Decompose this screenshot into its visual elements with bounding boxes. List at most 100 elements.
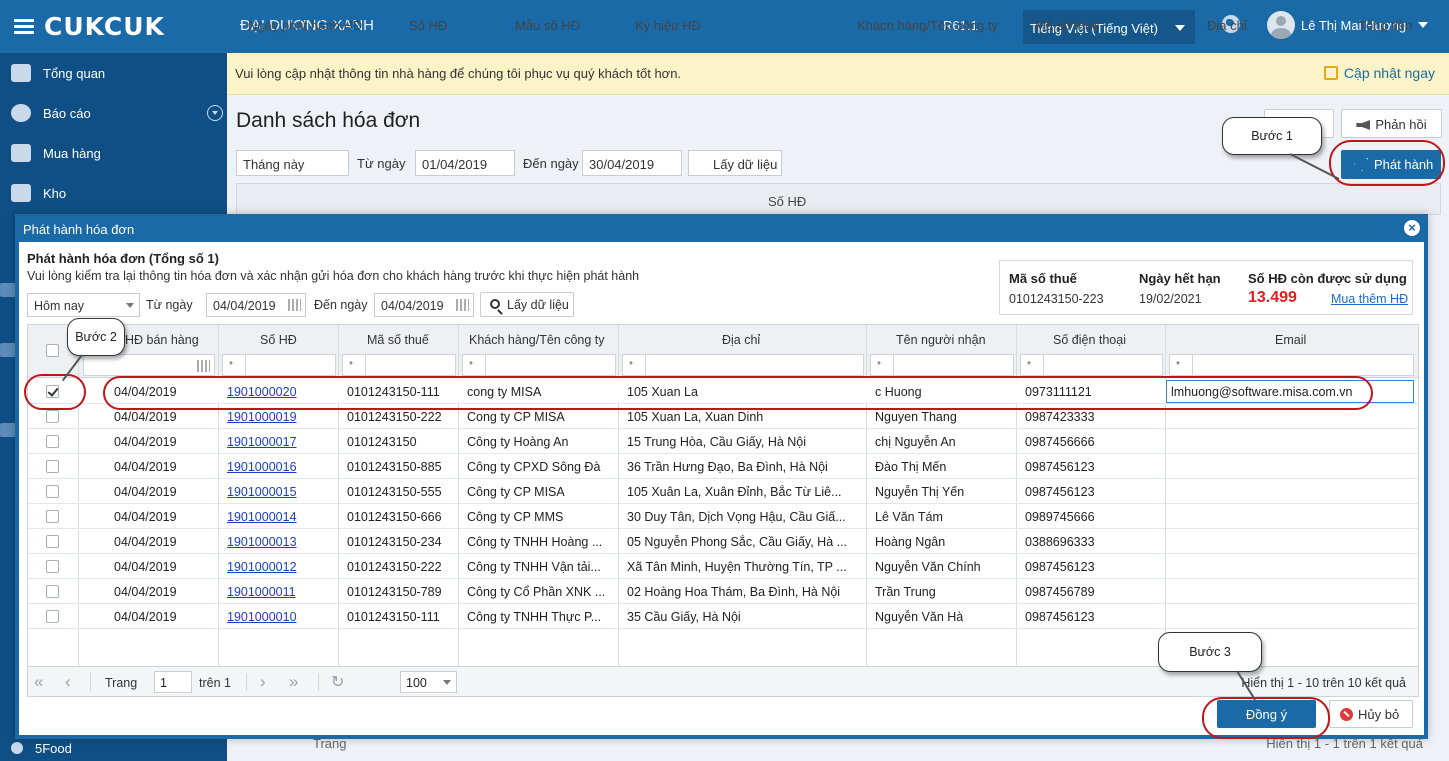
sidebar-item-purchase[interactable]: Mua hàng [0,133,227,173]
phone-filter-input[interactable]: * [1020,354,1163,376]
calendar-icon[interactable] [197,360,210,372]
cell-receiver: Nguyen Thang [875,410,957,424]
date-filter-input[interactable] [83,354,215,376]
refresh-icon[interactable]: ↻ [331,672,344,692]
row-checkbox[interactable] [46,410,59,423]
period-select[interactable]: Hôm nay [27,293,140,317]
update-now-link[interactable]: Cập nhật ngay [1323,65,1435,81]
buy-more-link[interactable]: Mua thêm HĐ [1331,292,1408,306]
column-header[interactable]: Mẫu số HĐ [515,18,580,33]
column-header-receiver[interactable]: Tên người nhận [896,333,986,347]
chevron-down-icon[interactable] [207,105,223,121]
calendar-icon[interactable] [288,299,301,311]
cell-number[interactable]: 1901000013 [227,535,297,549]
table-row[interactable]: 04/04/2019 1901000016 0101243150-885 Công t… [28,454,1418,479]
page-size-select[interactable]: 100 [400,671,457,693]
cell-number[interactable]: 1901000012 [227,560,297,574]
row-checkbox[interactable] [46,585,59,598]
step1-highlight [1329,140,1445,186]
from-date-input[interactable]: 01/04/2019 [415,150,515,176]
table-row[interactable]: 04/04/2019 1901000014 0101243150-666 Công t… [28,504,1418,529]
column-header[interactable]: Số HĐ [409,18,447,33]
cell-tax: 0101243150-885 [347,460,442,474]
chevron-down-icon[interactable] [1418,22,1428,28]
last-page-icon[interactable]: » [289,672,298,692]
expiry-value: 19/02/2021 [1139,292,1202,306]
tax-code-label: Mã số thuế [1009,271,1077,286]
next-page-icon[interactable]: › [260,672,266,692]
row-checkbox[interactable] [46,485,59,498]
from-date-input[interactable]: 04/04/2019 [206,293,306,317]
cell-receiver: Hoàng Ngân [875,535,946,549]
row-checkbox[interactable] [46,610,59,623]
sidebar-item-reports[interactable]: Báo cáo [0,93,227,133]
to-date-input[interactable]: 30/04/2019 [582,150,682,176]
sidebar-item-warehouse[interactable]: Kho [0,173,227,213]
email-filter-input[interactable]: * [1169,354,1414,376]
sidebar-item-overview[interactable]: Tổng quan [0,53,227,93]
sidebar-item-label: Mua hàng [43,145,101,161]
feedback-button[interactable]: Phản hồi [1341,109,1442,138]
table-row[interactable]: 04/04/2019 1901000017 0101243150 Công ty Ho… [28,429,1418,454]
table-row[interactable]: 04/04/2019 1901000010 0101243150-111 Công t… [28,604,1418,629]
column-header[interactable]: Khách hàng/Tên công ty [857,18,998,33]
address-filter-input[interactable]: * [622,354,864,376]
row-checkbox[interactable] [46,535,59,548]
row-checkbox[interactable] [46,510,59,523]
avatar[interactable] [1267,11,1295,39]
prev-page-icon[interactable]: ‹ [65,672,71,692]
cell-phone: 0987456123 [1025,560,1095,574]
column-header-email[interactable]: Email [1275,333,1306,347]
cell-number[interactable]: 1901000017 [227,435,297,449]
column-header-customer[interactable]: Khách hàng/Tên công ty [469,333,605,347]
table-row[interactable]: 04/04/2019 1901000015 0101243150-555 Công t… [28,479,1418,504]
table-row[interactable]: 04/04/2019 1901000013 0101243150-234 Công t… [28,529,1418,554]
table-row[interactable]: 04/04/2019 1901000012 0101243150-222 Công t… [28,554,1418,579]
row-checkbox[interactable] [46,435,59,448]
cell-number[interactable]: 1901000016 [227,460,297,474]
first-page-icon[interactable]: « [34,672,43,692]
cell-customer: Công ty TNHH Hoàng ... [467,535,603,549]
column-header[interactable]: Ký hiệu HĐ [635,18,701,33]
cell-phone: 0987456666 [1025,435,1095,449]
column-header[interactable]: Địa chỉ [1207,18,1247,33]
dialog-heading: Phát hành hóa đơn (Tổng số 1) [27,251,219,266]
select-all-checkbox[interactable] [46,344,59,357]
cell-address: 15 Trung Hòa, Cầu Giấy, Hà Nội [627,435,807,449]
row-checkbox[interactable] [46,460,59,473]
cell-number[interactable]: 1901000015 [227,485,297,499]
row-checkbox[interactable] [46,560,59,573]
customer-filter-input[interactable]: * [462,354,616,376]
table-row[interactable]: 04/04/2019 1901000011 0101243150-789 Công t… [28,579,1418,604]
cell-number[interactable]: 1901000010 [227,610,297,624]
cancel-button[interactable]: Hủy bỏ [1329,700,1413,728]
receiver-filter-input[interactable]: * [870,354,1014,376]
column-header[interactable]: Tổng tiền [1358,18,1412,33]
column-header[interactable]: Mã số thuế [1035,18,1099,33]
tax-filter-input[interactable]: * [342,354,456,376]
to-date-input[interactable]: 04/04/2019 [374,293,474,317]
cell-number[interactable]: 1901000011 [227,585,296,599]
close-icon[interactable]: × [1404,220,1420,236]
fetch-data-button[interactable]: Lấy dữ liệu [688,150,782,176]
cancel-label: Hủy bỏ [1358,707,1400,722]
column-header-phone[interactable]: Số điện thoại [1053,333,1126,347]
column-header-number[interactable]: Số HĐ [260,333,297,347]
cell-number[interactable]: 1901000019 [227,410,297,424]
page-input[interactable]: 1 [154,671,192,693]
column-header-tax[interactable]: Mã số thuế [367,333,429,347]
cell-receiver: Nguyễn Văn Chính [875,560,981,574]
to-date-label: Đến ngày [314,298,368,312]
column-header[interactable]: Ngày phát hành HĐ [248,18,362,33]
page-size-value: 100 [406,676,427,690]
column-header[interactable]: Số HĐ [768,194,806,209]
pager-summary: Hiển thị 1 - 10 trên 10 kết quả [1241,676,1406,690]
column-header-address[interactable]: Địa chỉ [722,333,760,347]
menu-icon[interactable] [14,18,34,35]
fetch-data-button[interactable]: Lấy dữ liệu [480,292,574,317]
period-select[interactable]: Tháng này [236,150,349,176]
number-filter-input[interactable]: * [222,354,336,376]
column-header-date[interactable]: HĐ bán hàng [125,333,199,347]
calendar-icon[interactable] [456,299,469,311]
cell-number[interactable]: 1901000014 [227,510,297,524]
